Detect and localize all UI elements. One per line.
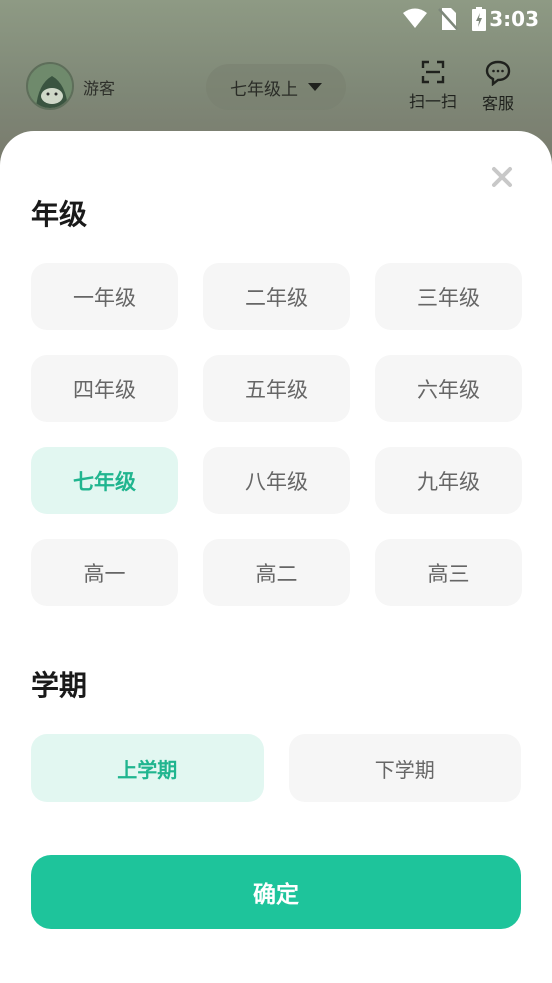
term-option-selected[interactable]: 上学期 xyxy=(31,734,264,802)
scan-icon xyxy=(421,60,445,84)
grade-selector[interactable]: 七年级上 xyxy=(206,64,346,110)
grade-picker-sheet: 年级 一年级 二年级 三年级 四年级 五年级 六年级 七年级 八年级 九年级 高… xyxy=(0,131,552,983)
grade-option[interactable]: 四年级 xyxy=(31,355,178,422)
scan-button[interactable]: 扫一扫 xyxy=(405,60,461,112)
scan-label: 扫一扫 xyxy=(408,92,457,111)
grade-option[interactable]: 高一 xyxy=(31,539,178,606)
term-option[interactable]: 下学期 xyxy=(288,734,521,802)
grade-options-grid: 一年级 二年级 三年级 四年级 五年级 六年级 七年级 八年级 九年级 高一 高… xyxy=(31,263,522,606)
grade-option-selected[interactable]: 七年级 xyxy=(31,447,178,514)
battery-charging-icon xyxy=(472,7,486,31)
chat-bubble-icon xyxy=(485,60,511,86)
grade-option[interactable]: 一年级 xyxy=(31,263,178,330)
caret-down-icon xyxy=(308,83,322,91)
term-section-title: 学期 xyxy=(31,669,88,702)
grade-option[interactable]: 高二 xyxy=(203,539,350,606)
service-label: 客服 xyxy=(481,94,514,113)
grade-selector-label: 七年级上 xyxy=(230,79,298,100)
no-sim-icon xyxy=(438,8,458,30)
grade-option[interactable]: 八年级 xyxy=(203,447,350,514)
status-bar: 3:03 xyxy=(0,0,552,38)
status-time: 3:03 xyxy=(489,7,539,31)
confirm-button[interactable]: 确定 xyxy=(31,855,521,929)
guest-label[interactable]: 游客 xyxy=(83,75,115,99)
grade-section-title: 年级 xyxy=(31,198,88,231)
grade-option[interactable]: 五年级 xyxy=(203,355,350,422)
grade-option[interactable]: 二年级 xyxy=(203,263,350,330)
grade-option[interactable]: 六年级 xyxy=(375,355,522,422)
grade-option[interactable]: 高三 xyxy=(375,539,522,606)
term-options: 上学期 下学期 xyxy=(31,734,521,802)
mascot-avatar-icon[interactable] xyxy=(26,62,74,110)
customer-service-button[interactable]: 客服 xyxy=(470,60,526,114)
grade-option[interactable]: 三年级 xyxy=(375,263,522,330)
close-icon[interactable] xyxy=(490,165,514,189)
wifi-icon xyxy=(403,8,427,28)
grade-option[interactable]: 九年级 xyxy=(375,447,522,514)
app-header: 游客 七年级上 扫一扫 客服 xyxy=(0,58,552,120)
